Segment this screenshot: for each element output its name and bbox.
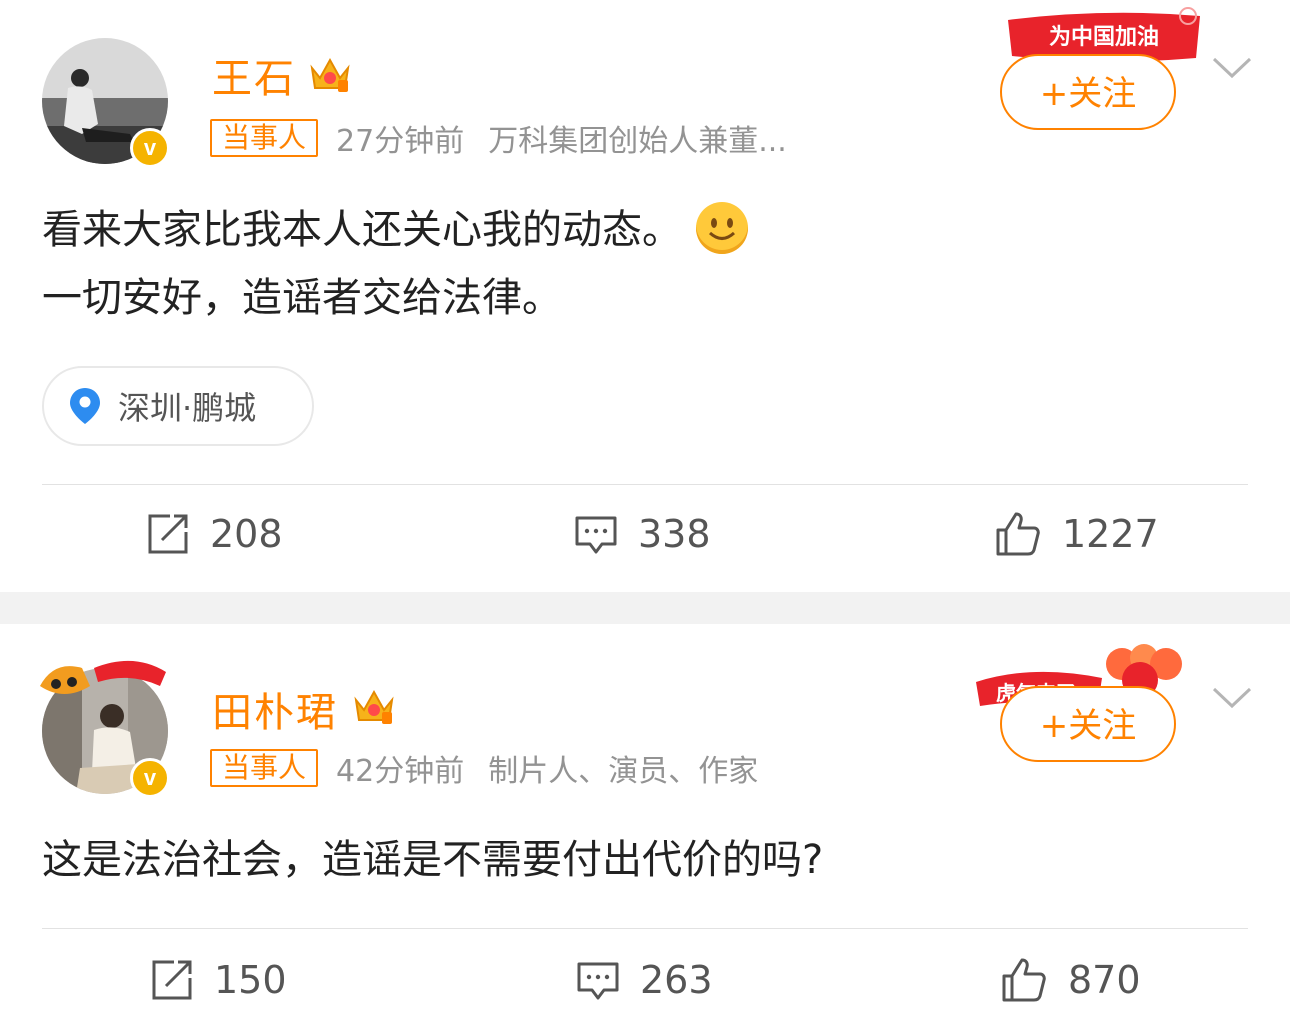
like-count: 1227 [1062,512,1159,556]
status-badge: 当事人 [210,119,319,157]
chevron-down-icon[interactable] [1212,56,1252,80]
author-name[interactable]: 田朴珺 [212,680,338,738]
like-button[interactable]: 1227 [994,510,1159,558]
content-line-2: 一切安好，造谣者交给法律。 [42,275,562,321]
post-meta: 当事人 27分钟前 万科集团创始人兼董... [210,118,787,159]
post-time: 27分钟前 [336,124,465,159]
divider [42,484,1248,485]
post-content: 看来大家比我本人还关心我的动态。 一切安好，造谣者交给法律。 [42,196,748,332]
comment-icon [575,516,617,554]
post-meta: 当事人 42分钟前 制片人、演员、作家 [210,748,759,789]
follow-button[interactable]: +关注 [1000,54,1176,130]
verified-icon: v [130,128,170,168]
crown-icon [310,57,350,92]
avatar[interactable]: v [40,660,170,798]
tiger-frame-sticker [40,660,166,694]
post-content: 这是法治社会，造谣是不需要付出代价的吗? [42,826,823,894]
post-1: v 王石 当事人 27分钟前 万科集团创始人兼董... 为中国加油 +关注 看来… [0,0,1290,592]
author-description: 万科集团创始人兼董... [488,124,787,159]
chevron-down-icon[interactable] [1212,686,1252,710]
divider [42,928,1248,929]
content-line-1: 这是法治社会，造谣是不需要付出代价的吗? [42,837,824,883]
location-chip[interactable]: 深圳·鹏城 [42,366,314,446]
repost-count: 150 [214,958,287,1002]
like-icon [996,512,1040,556]
author-name[interactable]: 王石 [212,46,296,104]
repost-count: 208 [210,512,283,556]
verified-icon: v [130,758,170,798]
location-text: 深圳·鹏城 [118,389,257,427]
comment-button[interactable]: 338 [574,512,711,556]
comment-button[interactable]: 263 [576,958,713,1002]
comment-count: 263 [640,958,713,1002]
post-time: 42分钟前 [336,754,465,789]
crown-icon [354,689,394,724]
content-line-1: 看来大家比我本人还关心我的动态。 [42,207,682,253]
avatar[interactable]: v [42,38,170,168]
author-description: 制片人、演员、作家 [488,754,759,789]
repost-button[interactable]: 150 [150,958,287,1002]
repost-button[interactable]: 208 [146,512,283,556]
post-2: v 田朴珺 当事人 42分钟前 制片人、演员、作家 虎气来了 +关注 这是法治社… [0,624,1290,1035]
like-icon [1002,958,1046,1002]
banner-text: 为中国加油 [1049,25,1159,50]
location-pin-icon [70,388,100,424]
follow-button[interactable]: +关注 [1000,686,1176,762]
repost-icon [148,514,188,554]
smile-emoji-icon [696,202,748,254]
comment-icon [577,962,619,1000]
status-badge: 当事人 [210,749,319,787]
like-count: 870 [1068,958,1141,1002]
repost-icon [152,960,192,1000]
post-separator [0,592,1290,624]
like-button[interactable]: 870 [1000,956,1141,1004]
comment-count: 338 [638,512,711,556]
